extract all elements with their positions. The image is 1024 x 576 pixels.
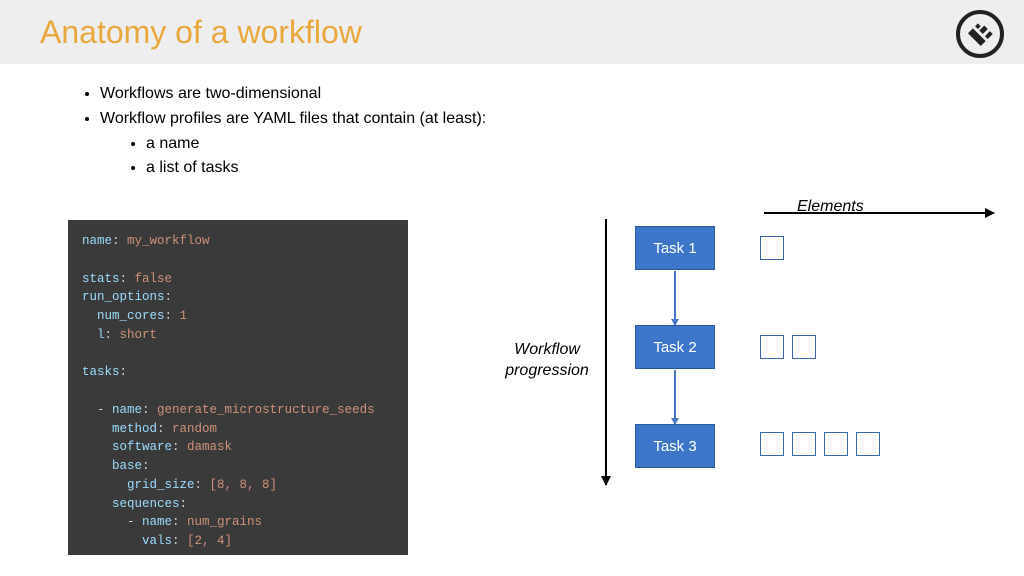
element-box-icon xyxy=(792,335,816,359)
progression-axis-label: Workflow progression xyxy=(492,340,602,382)
bullet-item: a name xyxy=(146,132,984,157)
element-box-icon xyxy=(824,432,848,456)
bullet-item: Workflow profiles are YAML files that co… xyxy=(100,107,984,132)
task-node: Task 1 xyxy=(635,226,715,270)
connector-arrow-icon xyxy=(674,271,676,325)
arrow-down-icon xyxy=(605,219,607,485)
element-box-icon xyxy=(760,432,784,456)
task-node: Task 3 xyxy=(635,424,715,468)
element-box-icon xyxy=(856,432,880,456)
bullet-item: a list of tasks xyxy=(146,156,984,181)
slide-header: Anatomy of a workflow xyxy=(0,0,1024,64)
logo-icon xyxy=(954,8,1006,65)
element-row xyxy=(760,335,816,359)
element-box-icon xyxy=(792,432,816,456)
slide-title: Anatomy of a workflow xyxy=(40,14,362,51)
bullet-item: Workflows are two-dimensional xyxy=(100,82,984,107)
element-box-icon xyxy=(760,236,784,260)
connector-arrow-icon xyxy=(674,370,676,424)
element-row xyxy=(760,236,784,260)
arrow-right-icon xyxy=(764,212,994,214)
element-box-icon xyxy=(760,335,784,359)
element-row xyxy=(760,432,880,456)
task-node: Task 2 xyxy=(635,325,715,369)
workflow-diagram: Elements Workflow progression Task 1 Tas… xyxy=(500,195,1010,575)
bullet-content: Workflows are two-dimensional Workflow p… xyxy=(0,64,1024,181)
yaml-code-block: name: my_workflow stats: false run_optio… xyxy=(68,220,408,555)
